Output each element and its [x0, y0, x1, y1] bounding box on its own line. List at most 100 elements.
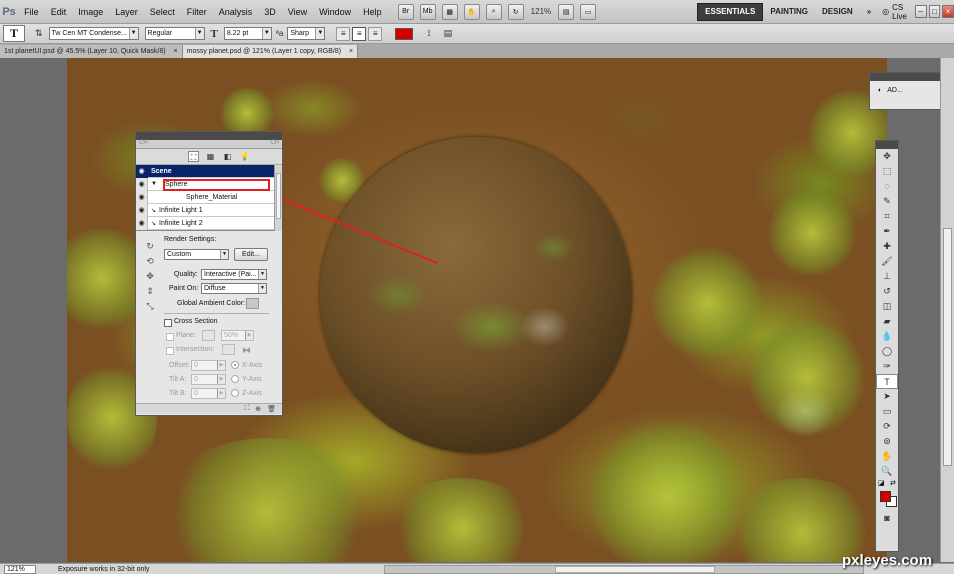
menu-window[interactable]: Window [313, 0, 357, 24]
roll-3d-icon[interactable]: ⟲ [146, 256, 154, 267]
tab-mossy-planet[interactable]: mossy planet.psd @ 121% (Layer 1 copy, R… [182, 45, 359, 58]
mesh-filter-icon[interactable]: ▦ [205, 151, 216, 162]
eye-icon[interactable]: ◉ [136, 216, 148, 230]
path-selection-tool-icon[interactable]: ➤ [876, 389, 898, 404]
cross-section-checkbox[interactable] [164, 319, 172, 327]
y-axis-radio[interactable] [231, 375, 239, 383]
blur-tool-icon[interactable]: 💧 [876, 329, 898, 344]
vertical-scrollbar[interactable] [940, 58, 954, 562]
align-left-button[interactable]: ≡ [336, 26, 351, 41]
horizontal-scrollbar[interactable] [384, 564, 865, 574]
panel-tab-left[interactable]: CH [139, 140, 148, 148]
zoom-tool-icon[interactable]: 🔍 [876, 464, 898, 479]
toggle-ground-plane-icon[interactable]: ⛶ [244, 405, 249, 413]
workspace-design[interactable]: DESIGN [815, 4, 860, 20]
gradient-tool-icon[interactable]: ▰ [876, 314, 898, 329]
screen-mode-button[interactable]: ▭ [580, 3, 597, 20]
menu-analysis[interactable]: Analysis [213, 0, 259, 24]
paint-on-select[interactable]: Diffuse ▼ [201, 283, 267, 294]
scrollbar-thumb[interactable] [943, 228, 952, 466]
scale-3d-icon[interactable]: ⤡ [146, 301, 153, 312]
pan-3d-icon[interactable]: ✥ [146, 271, 154, 282]
default-colors-icon[interactable]: ◪ [878, 479, 885, 487]
intersection-checkbox[interactable] [166, 347, 174, 355]
font-size-select[interactable]: 8.22 pt ▼ [223, 27, 272, 40]
minimize-button[interactable]: – [914, 5, 927, 18]
3d-rotate-tool-icon[interactable]: ⟳ [876, 419, 898, 434]
eye-icon[interactable]: ◉ [136, 164, 148, 178]
scene-item-infinite-light-1[interactable]: ◉ ↘ Infinite Light 1 [136, 203, 274, 217]
intersection-color-swatch[interactable] [222, 344, 235, 355]
status-zoom-field[interactable]: 121% [4, 564, 36, 574]
pen-tool-icon[interactable]: ✑ [876, 359, 898, 374]
panel-title-bar[interactable] [870, 73, 948, 81]
menu-select[interactable]: Select [144, 0, 181, 24]
zoom-tool-button[interactable]: ⌕ [485, 3, 502, 20]
type-tool-icon[interactable]: T [876, 374, 898, 389]
close-icon[interactable]: × [349, 48, 353, 55]
rotate-view-button[interactable]: ↻ [507, 3, 524, 20]
adjustments-panel-tab[interactable]: ◐ AD... [870, 81, 948, 94]
scene-scrollbar[interactable] [274, 165, 282, 231]
align-right-button[interactable]: ≡ [368, 26, 383, 41]
plane-color-swatch[interactable] [202, 330, 215, 341]
marquee-tool-icon[interactable]: ⬚ [876, 164, 898, 179]
foreground-color-swatch[interactable] [880, 491, 891, 502]
menu-file[interactable]: File [18, 0, 45, 24]
render-preset-select[interactable]: Custom ▼ [164, 249, 229, 260]
edit-render-settings-button[interactable]: Edit... [234, 248, 268, 261]
quick-select-tool-icon[interactable]: ✎ [876, 194, 898, 209]
warp-text-icon[interactable]: ⟟ [427, 28, 430, 39]
close-icon[interactable]: × [174, 48, 178, 55]
menu-filter[interactable]: Filter [181, 0, 213, 24]
hand-tool-icon[interactable]: ✋ [876, 449, 898, 464]
tab-1st-planetui[interactable]: 1st planetUI.psd @ 45.5% (Layer 10, Quic… [0, 45, 183, 58]
workspace-more[interactable]: » [860, 4, 878, 20]
menu-help[interactable]: Help [357, 0, 388, 24]
cs-live-button[interactable]: ◎ CS Live [882, 3, 907, 21]
light-filter-icon[interactable]: 💡 [239, 151, 250, 162]
arrange-documents-button[interactable]: ▤ [558, 3, 575, 20]
ambient-color-swatch[interactable] [246, 298, 259, 309]
view-extras-button[interactable]: ▦ [441, 3, 458, 20]
panel-title-bar[interactable] [876, 141, 898, 149]
material-filter-icon[interactable]: ◧ [222, 151, 233, 162]
character-panel-icon[interactable]: ▤ [444, 28, 453, 39]
new-light-icon[interactable]: ⊕ [255, 405, 261, 413]
text-orientation-icon[interactable]: ⇅ [35, 28, 43, 39]
font-style-select[interactable]: Regular ▼ [144, 27, 205, 40]
menu-edit[interactable]: Edit [45, 0, 73, 24]
shape-tool-icon[interactable]: ▭ [876, 404, 898, 419]
plane-opacity-field[interactable]: 50% ▶ [221, 330, 254, 341]
delete-icon[interactable]: 🗑 [267, 405, 276, 413]
text-color-swatch[interactable] [395, 27, 414, 40]
panel-title-bar[interactable] [136, 132, 282, 140]
expand-triangle-icon[interactable]: ▼ [148, 181, 157, 187]
scene-row[interactable]: ◉ Scene [136, 164, 274, 178]
rotate-3d-icon[interactable]: ↻ [146, 241, 154, 252]
eraser-tool-icon[interactable]: ◫ [876, 299, 898, 314]
scene-filter-icon[interactable]: ⛶ [188, 151, 199, 162]
menu-view[interactable]: View [282, 0, 313, 24]
dodge-tool-icon[interactable]: ◯ [876, 344, 898, 359]
font-family-select[interactable]: Tw Cen MT Condense... ▼ [48, 27, 139, 40]
workspace-painting[interactable]: PAINTING [763, 4, 815, 20]
antialias-select[interactable]: Sharp ▼ [287, 27, 326, 40]
menu-layer[interactable]: Layer [109, 0, 144, 24]
tilt-a-field[interactable]: 0 ▶ [191, 374, 226, 385]
tool-preset-picker[interactable]: T [3, 25, 25, 42]
clone-stamp-tool-icon[interactable]: ⊥ [876, 269, 898, 284]
eye-icon[interactable]: ◉ [136, 203, 148, 217]
eyedropper-tool-icon[interactable]: ✒ [876, 224, 898, 239]
z-axis-radio[interactable] [231, 389, 239, 397]
panel-tab-right[interactable]: CH [270, 140, 279, 148]
scene-item-sphere-material[interactable]: ◉ Sphere_Material [136, 190, 274, 204]
mini-bridge-button[interactable]: Mb [419, 3, 436, 20]
slide-3d-icon[interactable]: ⇕ [146, 286, 154, 297]
tilt-b-field[interactable]: 0 ▶ [191, 388, 226, 399]
3d-orbit-tool-icon[interactable]: ⊚ [876, 434, 898, 449]
menu-image[interactable]: Image [72, 0, 109, 24]
workspace-essentials[interactable]: ESSENTIALS [697, 2, 764, 21]
eye-icon[interactable]: ◉ [136, 190, 148, 204]
crop-tool-icon[interactable]: ⌗ [876, 209, 898, 224]
